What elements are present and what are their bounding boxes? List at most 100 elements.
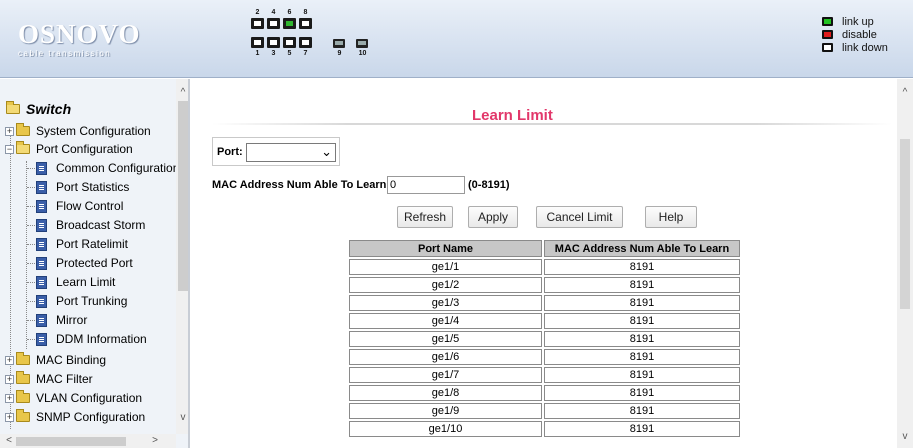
tree-connector — [27, 244, 35, 245]
table-row[interactable]: ge1/2 8191 — [349, 277, 740, 293]
folder-icon — [16, 390, 30, 403]
apply-button[interactable]: Apply — [468, 206, 518, 228]
scroll-down-icon[interactable]: v — [898, 431, 912, 442]
sidebar-item-label: Port Ratelimit — [56, 237, 129, 251]
main-vertical-scroll-thumb[interactable] — [900, 139, 910, 309]
port-name-cell: ge1/1 — [349, 259, 542, 275]
mac-limit-input[interactable] — [387, 176, 465, 194]
port-name-cell: ge1/9 — [349, 403, 542, 419]
sidebar-item-label: Protected Port — [56, 256, 133, 270]
port-6-icon[interactable] — [283, 18, 296, 29]
page-icon — [36, 276, 47, 289]
mac-num-cell: 8191 — [544, 295, 740, 311]
table-row[interactable]: ge1/3 8191 — [349, 295, 740, 311]
port-1-icon[interactable] — [251, 37, 264, 48]
sidebar-horizontal-scroll-thumb[interactable] — [16, 437, 126, 446]
sidebar-item-label: Mirror — [56, 313, 88, 327]
sidebar-item-label: System Configuration — [36, 124, 151, 138]
cancel-limit-button[interactable]: Cancel Limit — [536, 206, 623, 228]
collapse-minus-icon[interactable]: − — [5, 145, 14, 154]
column-header-mac-num: MAC Address Num Able To Learn — [544, 240, 740, 257]
tree-connector — [27, 301, 35, 302]
port-name-cell: ge1/5 — [349, 331, 542, 347]
sidebar-item-label: MAC Binding — [36, 353, 107, 367]
sidebar-item-label: Broadcast Storm — [56, 218, 146, 232]
legend-label: disable — [842, 29, 877, 41]
port-8-icon[interactable] — [299, 18, 312, 29]
port-number: 8 — [303, 9, 308, 16]
scroll-down-icon[interactable]: v — [176, 412, 188, 423]
table-row[interactable]: ge1/6 8191 — [349, 349, 740, 365]
port-2-icon[interactable] — [251, 18, 264, 29]
mac-num-cell: 8191 — [544, 277, 740, 293]
mac-num-cell: 8191 — [544, 385, 740, 401]
port-5-icon[interactable] — [283, 37, 296, 48]
expand-plus-icon[interactable]: + — [5, 413, 14, 422]
port-number: 2 — [255, 9, 260, 16]
page-icon — [36, 219, 47, 232]
chevron-down-icon[interactable]: ⌄ — [321, 144, 332, 160]
folder-open-icon — [6, 101, 20, 114]
sidebar-item-label: VLAN Configuration — [36, 391, 143, 405]
port-number: 6 — [287, 9, 292, 16]
folder-icon — [16, 352, 30, 365]
sidebar-vertical-scroll-thumb[interactable] — [178, 101, 188, 291]
logo-main-text: OSNOVO — [18, 19, 141, 49]
port-number: 1 — [255, 50, 260, 57]
mac-num-cell: 8191 — [544, 349, 740, 365]
table-row[interactable]: ge1/9 8191 — [349, 403, 740, 419]
help-button[interactable]: Help — [645, 206, 697, 228]
main-content: Learn Limit Port: ⌄ MAC Address Num Able… — [192, 79, 913, 448]
sfp-port-9-icon[interactable] — [333, 39, 345, 48]
logo-sub-text: cable transmission — [18, 49, 112, 58]
port-3-icon[interactable] — [267, 37, 280, 48]
sidebar-item-label: SNMP Configuration — [36, 410, 146, 424]
table-row[interactable]: ge1/8 8191 — [349, 385, 740, 401]
sidebar-item-label: DDM Information — [56, 332, 147, 346]
legend-label: link up — [842, 16, 874, 28]
port-7-icon[interactable] — [299, 37, 312, 48]
scroll-left-icon[interactable]: < — [2, 435, 16, 446]
port-name-cell: ge1/7 — [349, 367, 542, 383]
title-divider — [212, 123, 892, 125]
expand-plus-icon[interactable]: + — [5, 394, 14, 403]
port-number: 5 — [287, 50, 292, 57]
page-title: Learn Limit — [472, 107, 553, 124]
port-name-cell: ge1/8 — [349, 385, 542, 401]
expand-plus-icon[interactable]: + — [5, 375, 14, 384]
table-row[interactable]: ge1/7 8191 — [349, 367, 740, 383]
port-filter-box: Port: ⌄ — [212, 137, 340, 166]
sidebar-item-label: Flow Control — [56, 199, 124, 213]
tree-connector — [27, 282, 35, 283]
page-icon — [36, 257, 47, 270]
tree-connector — [27, 225, 35, 226]
table-row[interactable]: ge1/4 8191 — [349, 313, 740, 329]
folder-open-icon — [16, 141, 30, 154]
sfp-port-10-icon[interactable] — [356, 39, 368, 48]
page-icon — [36, 162, 47, 175]
sidebar-item-label: Port Statistics — [56, 180, 130, 194]
link-up-port-icon — [822, 17, 833, 26]
folder-icon — [16, 371, 30, 384]
table-row[interactable]: ge1/5 8191 — [349, 331, 740, 347]
expand-plus-icon[interactable]: + — [5, 127, 14, 136]
mac-limit-label: MAC Address Num Able To Learn: — [212, 179, 391, 191]
port-number: 7 — [303, 50, 308, 57]
page-icon — [36, 333, 47, 346]
refresh-button[interactable]: Refresh — [397, 206, 453, 228]
scroll-right-icon[interactable]: > — [148, 435, 162, 446]
scroll-up-icon[interactable]: ^ — [176, 87, 188, 98]
port-select[interactable]: ⌄ — [246, 143, 336, 162]
port-4-icon[interactable] — [267, 18, 280, 29]
expand-plus-icon[interactable]: + — [5, 356, 14, 365]
port-name-cell: ge1/4 — [349, 313, 542, 329]
table-row[interactable]: ge1/1 8191 — [349, 259, 740, 275]
osnovo-logo: OSNOVO cable transmission — [18, 20, 168, 58]
folder-icon — [16, 409, 30, 422]
scroll-up-icon[interactable]: ^ — [898, 87, 912, 98]
sidebar-item-label: Port Configuration — [36, 142, 133, 156]
folder-icon — [16, 123, 30, 136]
tree-root-label: Switch — [26, 101, 72, 117]
table-row[interactable]: ge1/10 8191 — [349, 421, 740, 437]
tree-connector — [10, 131, 11, 429]
